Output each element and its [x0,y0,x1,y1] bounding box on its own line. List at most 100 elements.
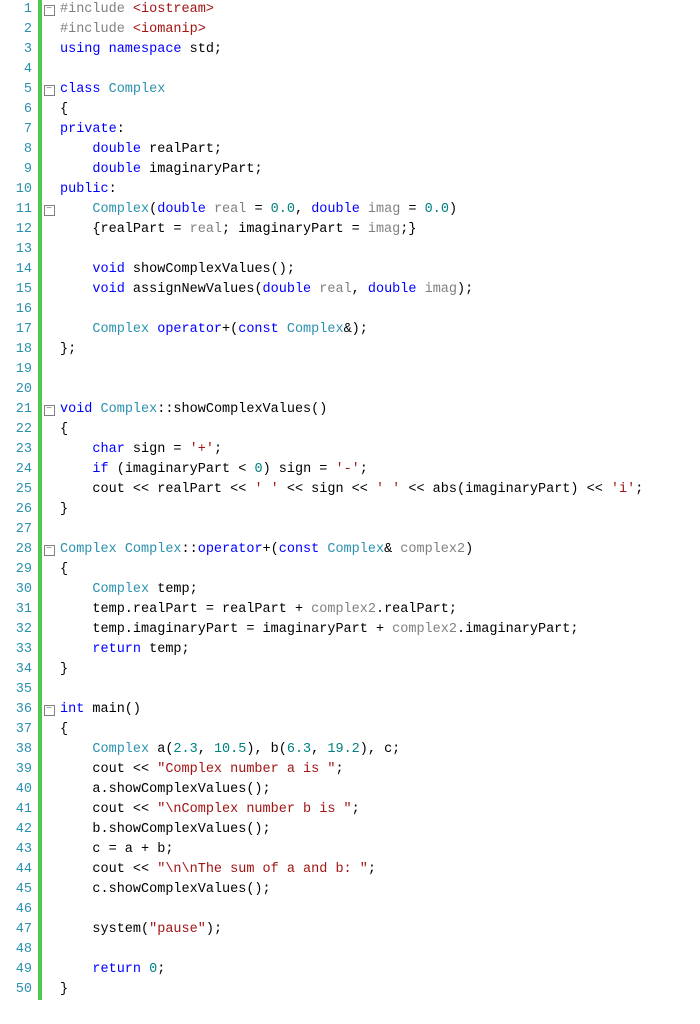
token: temp; [149,642,190,657]
token: ;} [400,222,416,237]
code-line[interactable] [60,900,700,920]
code-line[interactable]: { [60,560,700,580]
token: .realPart; [376,602,457,617]
code-line[interactable]: { [60,100,700,120]
token: { [60,722,68,737]
code-line[interactable] [60,940,700,960]
code-line[interactable]: return 0; [60,960,700,980]
line-number: 20 [0,380,32,400]
fold-cell [42,660,56,680]
code-line[interactable]: double realPart; [60,140,700,160]
code-line[interactable]: double imaginaryPart; [60,160,700,180]
code-line[interactable]: { [60,720,700,740]
fold-cell [42,780,56,800]
line-number: 43 [0,840,32,860]
fold-toggle-icon[interactable]: − [44,5,55,16]
code-line[interactable]: } [60,660,700,680]
code-line[interactable] [60,240,700,260]
fold-cell [42,840,56,860]
fold-toggle-icon[interactable]: − [44,405,55,416]
token: "pause" [149,922,206,937]
code-line[interactable]: c.showComplexValues(); [60,880,700,900]
fold-toggle-icon[interactable]: − [44,705,55,716]
code-line[interactable] [60,360,700,380]
token: cout << [60,862,157,877]
code-line[interactable]: char sign = '+'; [60,440,700,460]
code-line[interactable] [60,680,700,700]
code-line[interactable]: Complex(double real = 0.0, double imag =… [60,200,700,220]
code-line[interactable]: }; [60,340,700,360]
token [60,462,92,477]
code-line[interactable]: cout << realPart << ' ' << sign << ' ' <… [60,480,700,500]
token: double [311,202,368,217]
code-line[interactable] [60,300,700,320]
token: : [117,122,125,137]
code-line[interactable]: #include <iostream> [60,0,700,20]
line-number: 13 [0,240,32,260]
line-number: 9 [0,160,32,180]
line-number: 16 [0,300,32,320]
code-line[interactable]: c = a + b; [60,840,700,860]
line-number: 32 [0,620,32,640]
code-line[interactable]: Complex operator+(const Complex&); [60,320,700,340]
line-number: 45 [0,880,32,900]
code-line[interactable]: b.showComplexValues(); [60,820,700,840]
code-line[interactable]: Complex Complex::operator+(const Complex… [60,540,700,560]
line-number: 49 [0,960,32,980]
token: ; [214,442,222,457]
code-line[interactable]: void showComplexValues(); [60,260,700,280]
token: 'i' [611,482,635,497]
code-line[interactable]: system("pause"); [60,920,700,940]
code-line[interactable]: void Complex::showComplexValues() [60,400,700,420]
token: {realPart = [60,222,190,237]
line-number: 37 [0,720,32,740]
code-line[interactable]: void assignNewValues(double real, double… [60,280,700,300]
token: { [60,422,68,437]
fold-cell [42,260,56,280]
code-line[interactable] [60,520,700,540]
line-number: 44 [0,860,32,880]
code-line[interactable]: cout << "\n\nThe sum of a and b: "; [60,860,700,880]
code-line[interactable]: public: [60,180,700,200]
code-line[interactable]: temp.imaginaryPart = imaginaryPart + com… [60,620,700,640]
code-line[interactable]: {realPart = real; imaginaryPart = imag;} [60,220,700,240]
code-line[interactable]: using namespace std; [60,40,700,60]
code-line[interactable]: } [60,980,700,1000]
token: imaginaryPart; [149,162,262,177]
line-number: 12 [0,220,32,240]
code-line[interactable]: cout << "\nComplex number b is "; [60,800,700,820]
line-number: 48 [0,940,32,960]
fold-toggle-icon[interactable]: − [44,545,55,556]
code-line[interactable]: { [60,420,700,440]
token: Complex [327,542,384,557]
code-area[interactable]: #include <iostream>#include <iomanip>usi… [56,0,700,1000]
token: } [60,982,68,997]
code-line[interactable]: temp.realPart = realPart + complex2.real… [60,600,700,620]
fold-toggle-icon[interactable]: − [44,85,55,96]
code-line[interactable]: if (imaginaryPart < 0) sign = '-'; [60,460,700,480]
token [60,162,92,177]
code-line[interactable]: } [60,500,700,520]
line-number: 41 [0,800,32,820]
fold-cell [42,180,56,200]
code-line[interactable]: private: [60,120,700,140]
token [60,262,92,277]
token: #include [60,22,133,37]
token: '-' [335,462,359,477]
token: a.showComplexValues(); [60,782,271,797]
code-line[interactable]: class Complex [60,80,700,100]
code-line[interactable]: int main() [60,700,700,720]
code-line[interactable]: a.showComplexValues(); [60,780,700,800]
code-line[interactable]: return temp; [60,640,700,660]
fold-toggle-icon[interactable]: − [44,205,55,216]
code-line[interactable] [60,60,700,80]
code-line[interactable]: cout << "Complex number a is "; [60,760,700,780]
token: << sign << [279,482,376,497]
code-line[interactable] [60,380,700,400]
code-line[interactable]: #include <iomanip> [60,20,700,40]
code-line[interactable]: Complex temp; [60,580,700,600]
fold-cell: − [42,200,56,220]
code-line[interactable]: Complex a(2.3, 10.5), b(6.3, 19.2), c; [60,740,700,760]
token: double [157,202,214,217]
fold-cell [42,720,56,740]
